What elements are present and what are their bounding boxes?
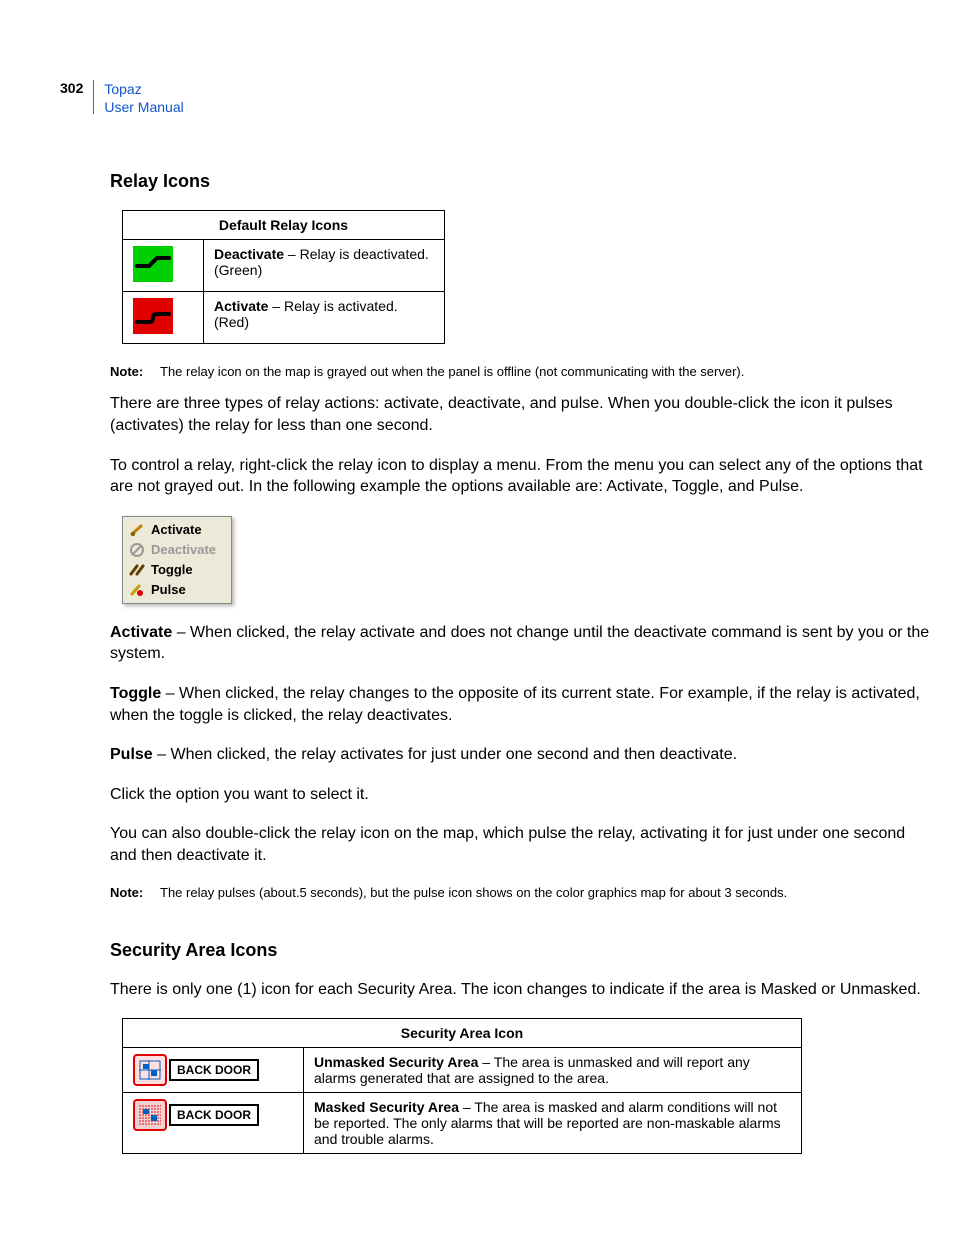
paragraph-toggle-desc: Toggle – When clicked, the relay changes… [110,683,930,726]
unmasked-desc: Unmasked Security Area – The area is unm… [304,1048,802,1093]
relay-deactivate-desc: Deactivate – Relay is deactivated. (Gree… [204,240,445,292]
note-label: Note: [110,364,160,379]
relay-activate-icon-cell [123,292,204,344]
security-table-header: Security Area Icon [123,1019,802,1048]
menu-label-toggle: Toggle [151,562,193,577]
page-number: 302 [60,80,83,96]
paragraph-pulse-desc: Pulse – When clicked, the relay activate… [110,744,930,766]
relay-activate-icon [133,298,173,334]
pulse-bold: Pulse [110,746,153,763]
unmasked-icon-cell: BACK DOOR [123,1048,304,1093]
paragraph-pulse-intro: There are three types of relay actions: … [110,393,930,436]
unmasked-bold: Unmasked Security Area [314,1054,478,1070]
deactivate-label: Deactivate [214,246,284,262]
paragraph-activate-desc: Activate – When clicked, the relay activ… [110,622,930,665]
note-2: Note: The relay pulses (about.5 seconds)… [110,885,930,900]
paragraph-click-option: Click the option you want to select it. [110,784,930,806]
relay-deactivate-icon [133,246,173,282]
backdoor-label: BACK DOOR [169,1059,259,1081]
paragraph-rightclick: To control a relay, right-click the rela… [110,455,930,498]
masked-bold: Masked Security Area [314,1099,459,1115]
menu-label-pulse: Pulse [151,582,186,597]
security-area-table: Security Area Icon BACK DOOR Unmasked Se… [122,1018,802,1154]
header-divider [93,80,94,114]
menu-label-activate: Activate [151,522,202,537]
table-row: Deactivate – Relay is deactivated. (Gree… [123,240,445,292]
table-row: Activate – Relay is activated. (Red) [123,292,445,344]
toggle-icon [129,562,145,578]
table-row: BACK DOOR Masked Security Area – The are… [123,1093,802,1154]
page-header: 302 Topaz User Manual [60,80,924,116]
toggle-rest: – When clicked, the relay changes to the… [110,685,920,724]
masked-area-icon [133,1099,167,1131]
relay-activate-desc: Activate – Relay is activated. (Red) [204,292,445,344]
relay-deactivate-icon-cell [123,240,204,292]
activate-bold: Activate [110,624,172,641]
menu-label-deactivate: Deactivate [151,542,216,557]
masked-desc: Masked Security Area – The area is maske… [304,1093,802,1154]
menu-item-pulse[interactable]: Pulse [123,580,231,600]
page: 302 Topaz User Manual Relay Icons Defaul… [0,0,954,1235]
menu-item-toggle[interactable]: Toggle [123,560,231,580]
relay-table-header: Default Relay Icons [123,211,445,240]
table-row: BACK DOOR Unmasked Security Area – The a… [123,1048,802,1093]
context-menu: Activate Deactivate Toggle Pulse [122,516,232,604]
pulse-icon [129,582,145,598]
unmasked-area-icon [133,1054,167,1086]
activate-icon [129,522,145,538]
content: Relay Icons Default Relay Icons Deactiva… [110,171,930,1154]
note-label: Note: [110,885,160,900]
pulse-rest: – When clicked, the relay activates for … [153,746,737,763]
menu-item-deactivate: Deactivate [123,540,231,560]
menu-item-activate[interactable]: Activate [123,520,231,540]
note-1: Note: The relay icon on the map is graye… [110,364,930,379]
doc-line2: User Manual [104,99,183,115]
heading-relay-icons: Relay Icons [110,171,930,192]
relay-icons-table: Default Relay Icons Deactivate – Relay i… [122,210,445,344]
toggle-bold: Toggle [110,685,161,702]
activate-label: Activate [214,298,268,314]
paragraph-security-intro: There is only one (1) icon for each Secu… [110,979,930,1001]
note-text: The relay pulses (about.5 seconds), but … [160,885,787,900]
backdoor-label: BACK DOOR [169,1104,259,1126]
doc-line1: Topaz [104,81,141,97]
deactivate-icon [129,542,145,558]
paragraph-doubleclick: You can also double-click the relay icon… [110,823,930,866]
note-text: The relay icon on the map is grayed out … [160,364,744,379]
activate-rest: – When clicked, the relay activate and d… [110,624,929,663]
doc-title: Topaz User Manual [104,80,183,116]
heading-security-area: Security Area Icons [110,940,930,961]
masked-icon-cell: BACK DOOR [123,1093,304,1154]
